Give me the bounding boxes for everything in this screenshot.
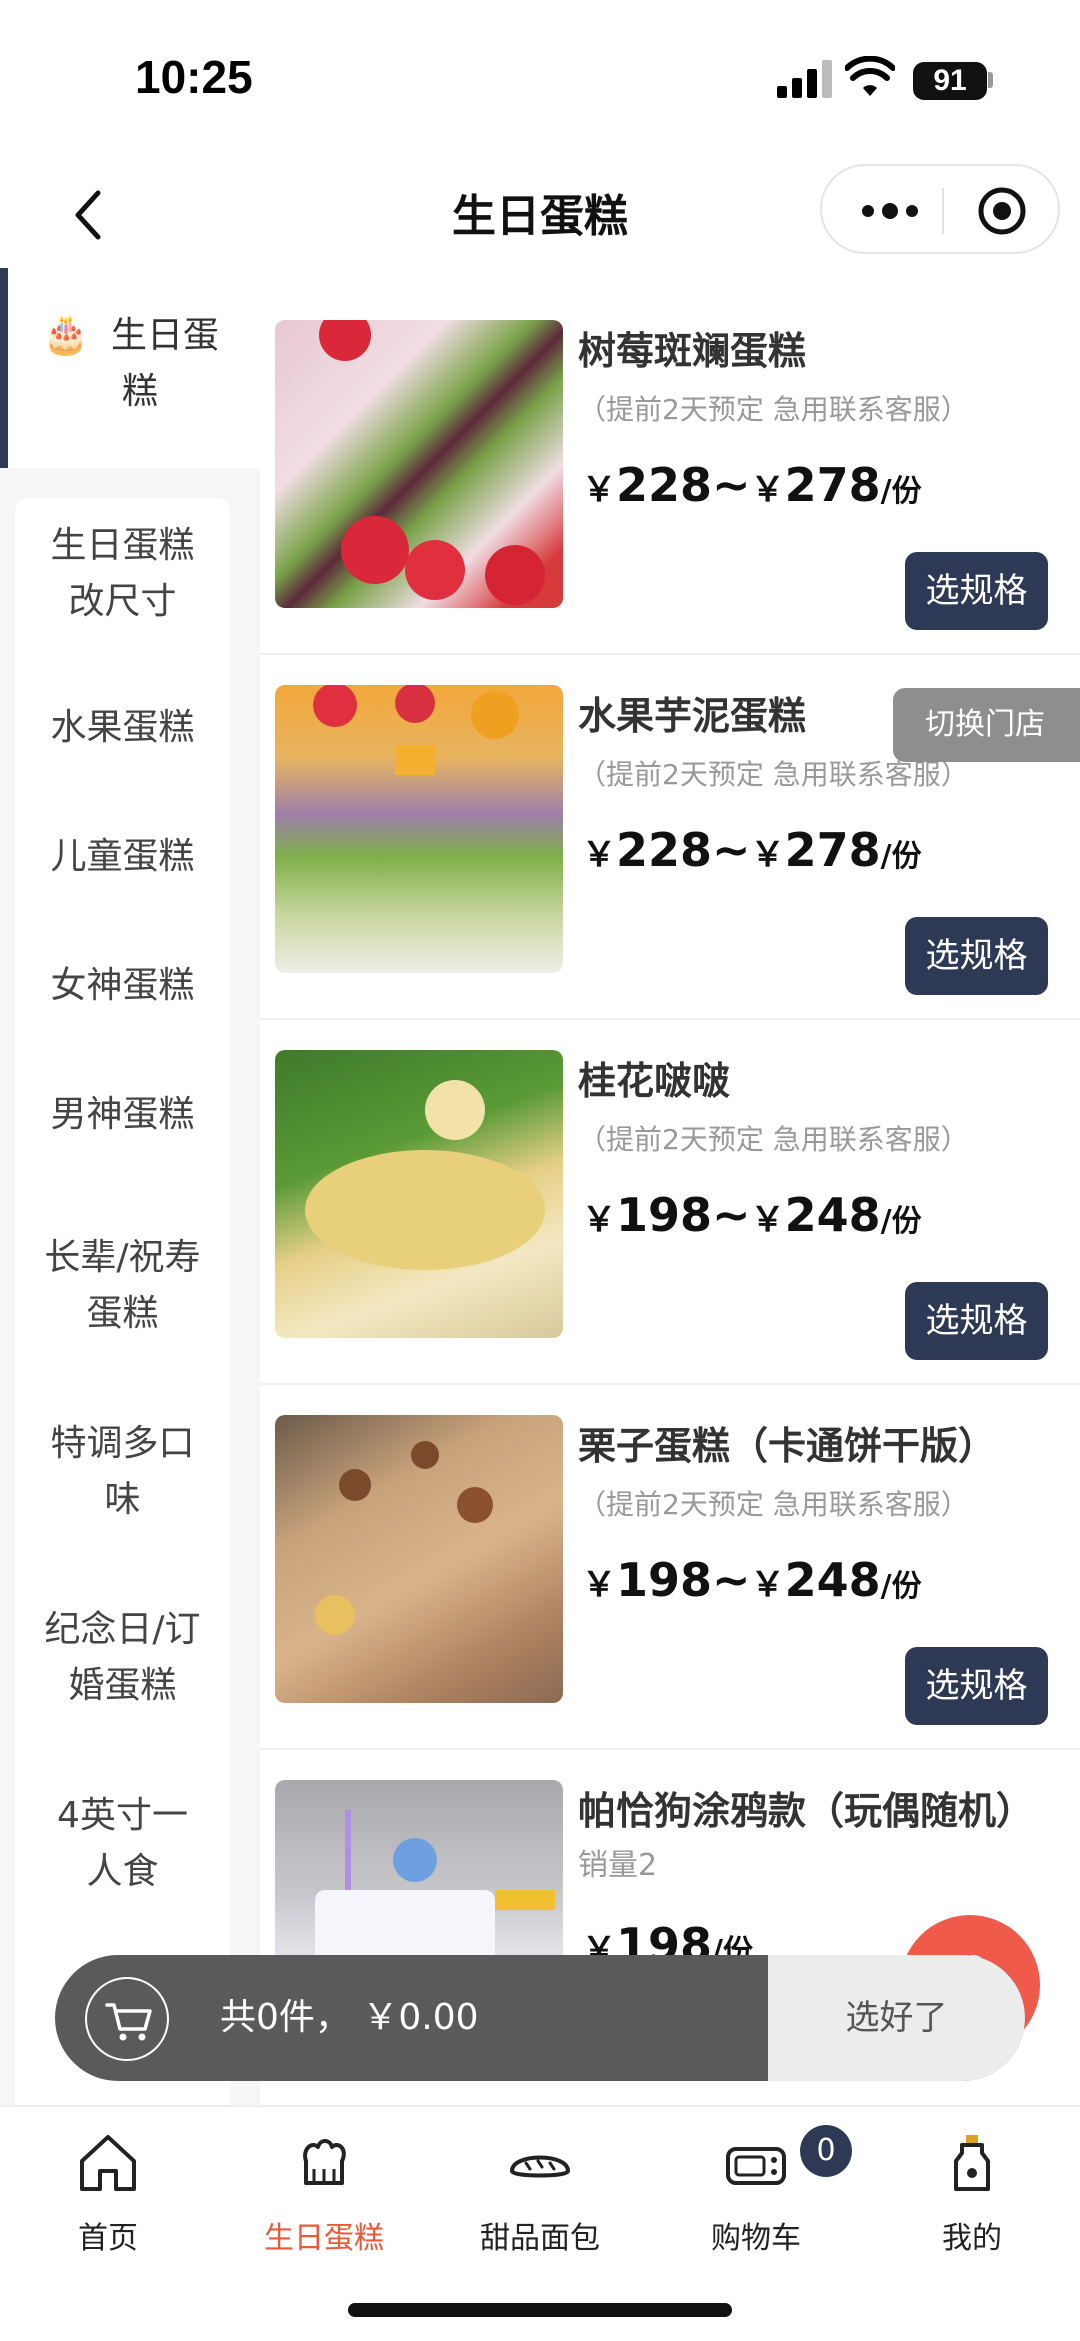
cart-button[interactable]: [85, 1977, 169, 2061]
tab-birthday-cake[interactable]: 生日蛋糕: [216, 2127, 432, 2257]
category-label: 儿童蛋糕: [50, 836, 195, 877]
battery-cap: [988, 72, 993, 88]
tab-mine[interactable]: 我的: [864, 2127, 1080, 2257]
product-image[interactable]: [275, 320, 563, 608]
select-spec-button[interactable]: 选规格: [905, 1282, 1048, 1360]
category-god[interactable]: 男神蛋糕: [15, 1087, 230, 1143]
cart-bar: 共0件， ￥0.00 选好了: [55, 1955, 1025, 2081]
product-price: ￥198~￥248/份: [582, 1188, 922, 1242]
select-spec-button[interactable]: 选规格: [905, 1647, 1048, 1725]
tab-home[interactable]: 首页: [0, 2127, 216, 2257]
navigation-bar: 生日蛋糕: [0, 150, 1080, 280]
bread-icon: [509, 2155, 571, 2178]
product-sales: 销量2: [578, 1848, 658, 1883]
product-name: 桂花啵啵: [578, 1059, 731, 1103]
category-4inch[interactable]: 4英寸一人食: [15, 1788, 230, 1900]
select-spec-button[interactable]: 选规格: [905, 552, 1048, 630]
product-image[interactable]: [275, 1415, 563, 1703]
category-label: 纪念日/订: [44, 1609, 201, 1650]
product-note: （提前2天预定 急用联系客服）: [578, 1488, 969, 1521]
home-icon: [80, 2135, 136, 2191]
oven-icon: [726, 2147, 786, 2185]
category-label-line2: 糕: [121, 371, 158, 412]
home-indicator: [348, 2303, 732, 2317]
product-image[interactable]: [275, 1050, 563, 1338]
category-label-line2: 改尺寸: [68, 581, 177, 622]
switch-store-button[interactable]: 切换门店: [893, 688, 1080, 762]
category-label-line2: 蛋糕: [86, 1293, 159, 1334]
cart-icon: [105, 2003, 152, 2041]
select-spec-button[interactable]: 选规格: [905, 917, 1048, 995]
category-label: 长辈/祝寿: [44, 1237, 201, 1278]
bottle-icon: [954, 2135, 990, 2191]
cart-summary: 共0件， ￥0.00: [220, 1997, 479, 2038]
product-card[interactable]: 桂花啵啵 （提前2天预定 急用联系客服） ￥198~￥248/份 选规格: [260, 1020, 1080, 1385]
cake-emoji-icon: 🎂: [42, 312, 90, 356]
tab-label: 甜品面包: [480, 2221, 600, 2256]
category-label: 4英寸一: [57, 1795, 188, 1836]
category-sidebar: 🎂 生日蛋 糕 生日蛋糕 改尺寸 水果蛋糕 儿童蛋糕 女神蛋糕 男神蛋糕 长辈/祝…: [0, 268, 260, 2108]
category-fruit[interactable]: 水果蛋糕: [15, 700, 230, 756]
category-birthday-cake-active[interactable]: 🎂 生日蛋 糕: [0, 268, 260, 468]
product-price: ￥198~￥248/份: [582, 1553, 922, 1607]
more-dots-icon[interactable]: [860, 202, 920, 220]
product-price: ￥228~￥278/份: [582, 823, 922, 877]
category-list: 生日蛋糕改尺寸 水果蛋糕 儿童蛋糕 女神蛋糕 男神蛋糕 长辈/祝寿蛋糕 特调多口…: [15, 498, 230, 2108]
category-kids[interactable]: 儿童蛋糕: [15, 829, 230, 885]
status-time: 10:25: [135, 51, 253, 103]
category-label: 男神蛋糕: [50, 1094, 195, 1135]
category-elder[interactable]: 长辈/祝寿蛋糕: [15, 1230, 230, 1342]
category-label: 女神蛋糕: [50, 965, 195, 1006]
category-anniversary[interactable]: 纪念日/订婚蛋糕: [15, 1602, 230, 1714]
category-label-line2: 味: [104, 1479, 141, 1520]
product-card[interactable]: 树莓斑斓蛋糕 （提前2天预定 急用联系客服） ￥228~￥278/份 选规格: [260, 290, 1080, 655]
category-resize[interactable]: 生日蛋糕 改尺寸: [15, 518, 230, 630]
capsule-divider: [942, 188, 944, 234]
product-image[interactable]: [275, 685, 563, 973]
tab-dessert-bread[interactable]: 甜品面包: [432, 2127, 648, 2257]
product-name: 帕恰狗涂鸦款（玩偶随机）: [578, 1789, 1035, 1833]
tab-label: 我的: [942, 2221, 1002, 2256]
product-price: ￥228~￥278/份: [582, 458, 922, 512]
product-card[interactable]: 栗子蛋糕（卡通饼干版） （提前2天预定 急用联系客服） ￥198~￥248/份 …: [260, 1385, 1080, 1750]
wifi-icon: [845, 56, 895, 96]
tab-label: 购物车: [711, 2221, 801, 2256]
category-label: 水果蛋糕: [50, 707, 195, 748]
tab-label: 首页: [78, 2221, 138, 2256]
tab-label: 生日蛋糕: [264, 2221, 384, 2256]
cake-hat-icon: [303, 2139, 346, 2185]
category-label-line2: 人食: [86, 1851, 159, 1892]
product-name: 树莓斑斓蛋糕: [578, 329, 807, 373]
active-indicator: [0, 268, 8, 468]
cart-count-badge: 0: [800, 2125, 852, 2177]
category-label: 特调多口: [50, 1423, 195, 1464]
product-name: 栗子蛋糕（卡通饼干版）: [578, 1424, 997, 1468]
product-note: （提前2天预定 急用联系客服）: [578, 1123, 969, 1156]
category-label: 生日蛋: [110, 315, 219, 356]
category-goddess[interactable]: 女神蛋糕: [15, 958, 230, 1014]
product-name: 水果芋泥蛋糕: [578, 694, 807, 738]
category-label: 生日蛋糕: [50, 525, 195, 566]
status-bar: 10:25 91: [0, 0, 1080, 150]
signal-icon: [777, 60, 832, 98]
category-label-line2: 婚蛋糕: [68, 1665, 177, 1706]
category-multi-flavor[interactable]: 特调多口味: [15, 1416, 230, 1528]
product-note: （提前2天预定 急用联系客服）: [578, 393, 969, 426]
battery-indicator: 91: [913, 62, 987, 100]
miniprogram-capsule: [820, 164, 1060, 254]
checkout-button[interactable]: 选好了: [768, 1955, 1025, 2081]
close-target-icon[interactable]: [977, 186, 1027, 236]
